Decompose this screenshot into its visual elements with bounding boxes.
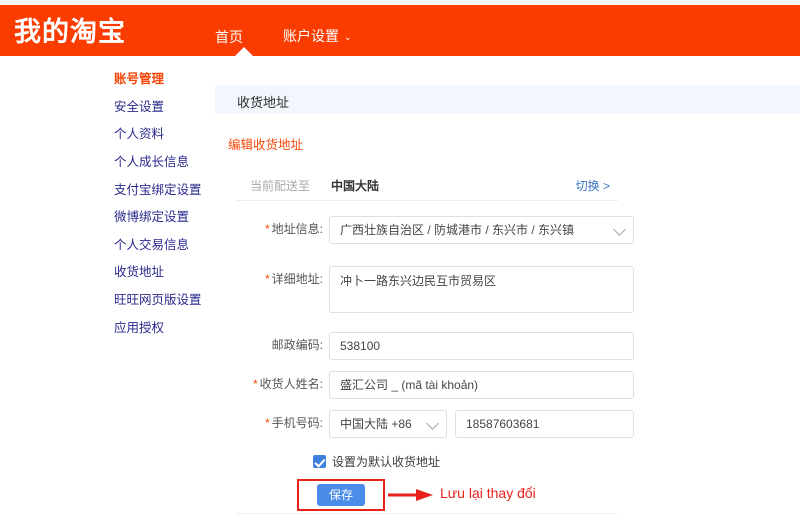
address-info-select[interactable]: 广西壮族自治区 / 防城港市 / 东兴市 / 东兴镇 — [329, 216, 634, 244]
detail-address-textarea[interactable]: 冲卜一路东兴边民互市贸易区 — [329, 266, 634, 313]
shipping-region-bar: 当前配送至 中国大陆 切换 > — [236, 171, 618, 201]
shipping-region-label: 当前配送至 — [250, 179, 311, 193]
main-nav: 首页 账户设置 ⌄ — [215, 26, 352, 48]
sidebar-item-alipay-binding[interactable]: 支付宝绑定设置 — [114, 176, 214, 204]
form-row-address-info: * 地址信息: 广西壮族自治区 / 防城港市 / 东兴市 / 东兴镇 — [244, 216, 634, 244]
sidebar-item-shipping-address[interactable]: 收货地址 — [114, 259, 214, 287]
required-marker: * — [264, 272, 270, 286]
page-root: 我的淘宝 首页 账户设置 ⌄ 账号管理 安全设置 个人资料 个人成长信息 支付宝绑… — [0, 0, 800, 524]
phone-country-wrap: 中国大陆 +86 — [329, 410, 447, 438]
panel-header: 收货地址 — [215, 85, 800, 114]
section-title: 编辑收货地址 — [228, 138, 304, 152]
site-logo: 我的淘宝 — [14, 17, 126, 47]
phone-number-input[interactable]: 18587603681 — [455, 410, 634, 438]
sidebar-item-wangwang-settings[interactable]: 旺旺网页版设置 — [114, 287, 214, 315]
postcode-label-text: 邮政编码: — [271, 338, 323, 352]
bottom-divider — [236, 513, 618, 514]
required-marker: * — [264, 222, 270, 236]
form-row-phone: * 手机号码: 中国大陆 +86 18587603681 — [244, 410, 634, 438]
sidebar-item-app-authorization[interactable]: 应用授权 — [114, 314, 214, 342]
recipient-name-input[interactable]: 盛汇公司 _ (mã tài khoản) — [329, 371, 634, 399]
sidebar-item-growth-info[interactable]: 个人成长信息 — [114, 149, 214, 177]
phone-label-text: 手机号码: — [271, 416, 323, 430]
chevron-down-icon: ⌄ — [344, 32, 352, 42]
nav-item-account-settings[interactable]: 账户设置 ⌄ — [283, 27, 352, 47]
required-marker: * — [252, 377, 258, 391]
nav-item-home[interactable]: 首页 — [215, 28, 243, 46]
detail-address-label-text: 详细地址: — [271, 272, 323, 286]
recipient-control: 盛汇公司 _ (mã tài khoản) — [329, 371, 634, 399]
default-address-row: 设置为默认收货地址 — [313, 453, 440, 470]
detail-address-label: * 详细地址: — [244, 266, 329, 292]
annotation-arrow-icon — [388, 489, 433, 501]
recipient-label: * 收货人姓名: — [244, 371, 329, 397]
postcode-input[interactable]: 538100 — [329, 332, 634, 360]
default-address-label: 设置为默认收货地址 — [332, 455, 441, 469]
phone-label: * 手机号码: — [244, 410, 329, 436]
recipient-label-text: 收货人姓名: — [259, 377, 323, 391]
default-address-checkbox[interactable] — [313, 455, 326, 468]
sidebar-item-personal-profile[interactable]: 个人资料 — [114, 121, 214, 149]
page-title: 收货地址 — [237, 95, 290, 110]
annotation-text: Lưu lại thay đổi — [440, 485, 536, 501]
postcode-label: 邮政编码: — [244, 332, 329, 358]
nav-item-account-settings-label: 账户设置 — [283, 28, 339, 44]
form-row-recipient: * 收货人姓名: 盛汇公司 _ (mã tài khoản) — [244, 371, 634, 399]
postcode-control: 538100 — [329, 332, 634, 360]
required-marker: * — [264, 416, 270, 430]
address-info-label: * 地址信息: — [244, 216, 329, 242]
sidebar-item-transaction-info[interactable]: 个人交易信息 — [114, 232, 214, 260]
save-button[interactable]: 保存 — [317, 484, 365, 506]
active-tab-pointer-icon — [235, 47, 253, 56]
form-row-postcode: 邮政编码: 538100 — [244, 332, 634, 360]
form-row-detail-address: * 详细地址: 冲卜一路东兴边民互市贸易区 — [244, 266, 634, 313]
address-info-label-text: 地址信息: — [271, 222, 323, 236]
sidebar-item-account-management[interactable]: 账号管理 — [114, 66, 214, 94]
sidebar-item-security-settings[interactable]: 安全设置 — [114, 94, 214, 122]
phone-control: 中国大陆 +86 18587603681 — [329, 410, 634, 438]
sidebar-item-weibo-binding[interactable]: 微博绑定设置 — [114, 204, 214, 232]
detail-address-control: 冲卜一路东兴边民互市贸易区 — [329, 266, 634, 313]
shipping-region-value: 中国大陆 — [331, 179, 380, 193]
site-header: 我的淘宝 首页 账户设置 ⌄ — [0, 5, 800, 56]
nav-item-home-label: 首页 — [215, 29, 243, 45]
sidebar: 账号管理 安全设置 个人资料 个人成长信息 支付宝绑定设置 微博绑定设置 个人交… — [114, 66, 214, 342]
shipping-region-switch-link[interactable]: 切换 > — [576, 177, 610, 194]
address-info-control: 广西壮族自治区 / 防城港市 / 东兴市 / 东兴镇 — [329, 216, 634, 244]
